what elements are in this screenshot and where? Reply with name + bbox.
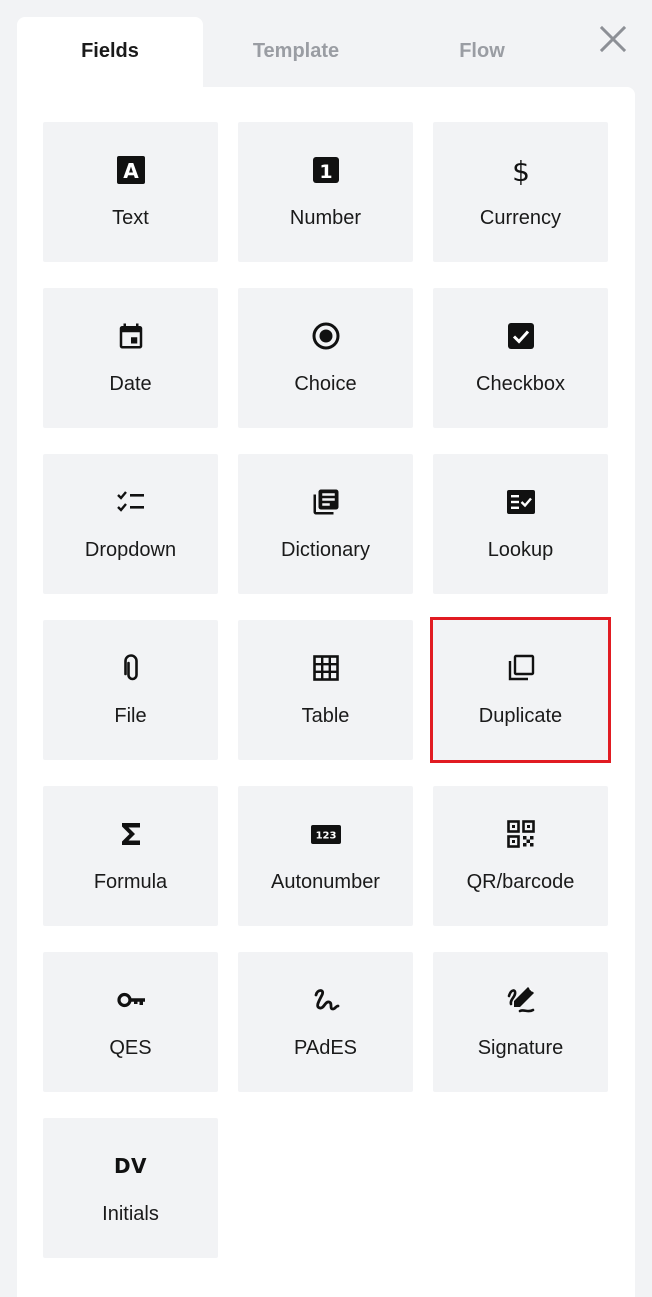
field-label: File [114, 705, 147, 727]
field-label: Autonumber [271, 871, 380, 893]
field-label: QR/barcode [466, 871, 575, 893]
field-tile-dictionary[interactable]: Dictionary [238, 454, 413, 594]
checkbox-icon [506, 321, 536, 351]
sigma-icon [116, 819, 146, 849]
paperclip-icon [116, 653, 146, 683]
tab-template[interactable]: Template [203, 17, 389, 87]
currency-icon: $ [506, 155, 536, 185]
field-tile-formula[interactable]: Formula [43, 786, 218, 926]
field-label: Number [289, 207, 362, 229]
calendar-icon [116, 321, 146, 351]
copy-icon [506, 653, 536, 683]
field-type-grid: A Text 1 Number $ Currency Date Choice C… [43, 122, 611, 1258]
field-label: Dropdown [84, 539, 177, 561]
field-tile-duplicate[interactable]: Duplicate [430, 617, 611, 763]
qr-code-icon [506, 819, 536, 849]
field-label: Formula [93, 871, 168, 893]
field-label: PAdES [294, 1037, 357, 1059]
close-icon [599, 25, 627, 53]
field-label: Dictionary [281, 539, 370, 561]
radio-icon [311, 321, 341, 351]
field-tile-qes[interactable]: QES [43, 952, 218, 1092]
field-tile-date[interactable]: Date [43, 288, 218, 428]
svg-text:1: 1 [319, 161, 332, 183]
field-tile-text[interactable]: A Text [43, 122, 218, 262]
field-tile-autonumber[interactable]: 123 Autonumber [238, 786, 413, 926]
key-icon [116, 985, 146, 1015]
close-button[interactable] [596, 22, 630, 56]
field-tile-currency[interactable]: $ Currency [433, 122, 608, 262]
text-icon: A [116, 155, 146, 185]
field-tile-initials[interactable]: DV Initials [43, 1118, 218, 1258]
tab-bar: Fields Template Flow [17, 17, 577, 87]
initials-icon: DV [113, 1154, 148, 1178]
field-tile-pades[interactable]: PAdES [238, 952, 413, 1092]
svg-text:$: $ [512, 155, 530, 185]
field-label: Date [109, 373, 152, 395]
svg-text:A: A [123, 159, 139, 183]
field-label: Table [301, 705, 350, 727]
field-tile-file[interactable]: File [43, 620, 218, 760]
field-tile-signature[interactable]: Signature [433, 952, 608, 1092]
field-tile-choice[interactable]: Choice [238, 288, 413, 428]
pen-signature-icon [506, 985, 536, 1015]
tab-flow[interactable]: Flow [389, 17, 575, 87]
autonumber-icon: 123 [310, 819, 341, 849]
fields-panel: A Text 1 Number $ Currency Date Choice C… [17, 87, 635, 1297]
field-label: Text [112, 207, 149, 229]
field-tile-checkbox[interactable]: Checkbox [433, 288, 608, 428]
field-label: Signature [477, 1037, 564, 1059]
table-grid-icon [311, 653, 341, 683]
number-icon: 1 [311, 155, 341, 185]
library-books-icon [311, 487, 341, 517]
field-tile-table[interactable]: Table [238, 620, 413, 760]
field-label: Duplicate [478, 705, 563, 727]
signature-squiggle-icon [311, 985, 341, 1015]
tab-fields[interactable]: Fields [17, 17, 203, 87]
field-tile-dropdown[interactable]: Dropdown [43, 454, 218, 594]
fact-check-icon [506, 487, 536, 517]
field-label: Lookup [487, 539, 554, 561]
field-tile-lookup[interactable]: Lookup [433, 454, 608, 594]
field-label: QES [109, 1037, 152, 1059]
field-tile-qr-barcode[interactable]: QR/barcode [433, 786, 608, 926]
field-label: Checkbox [476, 373, 565, 395]
field-label: Initials [102, 1203, 159, 1225]
field-label: Currency [479, 207, 562, 229]
field-tile-number[interactable]: 1 Number [238, 122, 413, 262]
field-label: Choice [294, 373, 357, 395]
svg-text:123: 123 [315, 831, 336, 842]
checklist-icon [116, 487, 146, 517]
